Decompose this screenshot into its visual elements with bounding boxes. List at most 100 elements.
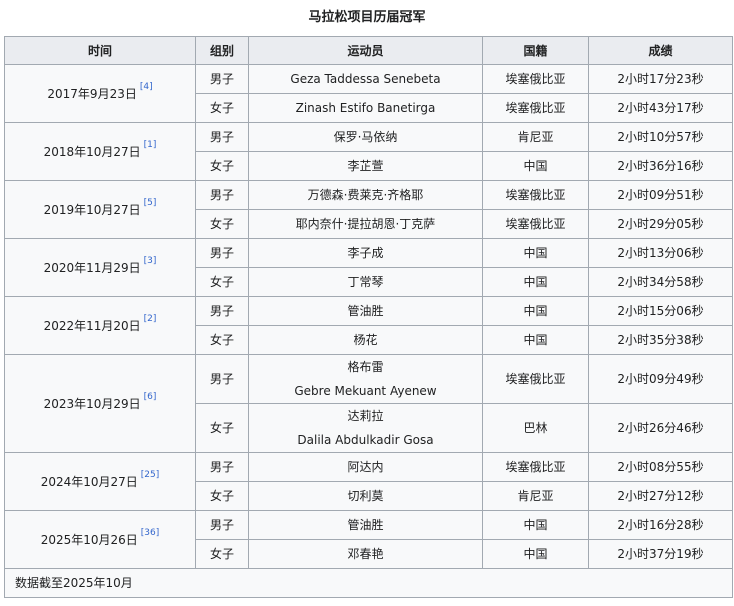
group-cell: 男子 [195, 180, 249, 210]
nation-cell[interactable]: 中国 [482, 267, 589, 297]
athlete-cell: 万德森·费莱克·齐格耶 [248, 180, 483, 210]
group-cell: 女子 [195, 267, 249, 297]
time-cell: 2小时43分17秒 [588, 93, 733, 123]
athlete-name[interactable]: 邓春艳 [347, 547, 383, 561]
reference-link[interactable]: [5] [144, 198, 157, 208]
nation-cell[interactable]: 埃塞俄比亚 [482, 93, 589, 123]
athlete-name[interactable]: Dalila Abdulkadir Gosa [249, 428, 482, 452]
athlete-name[interactable]: 达莉拉 [249, 404, 482, 428]
time-cell: 2小时37分19秒 [588, 539, 733, 569]
header-athlete[interactable]: 运动员 [248, 36, 483, 65]
nation-cell[interactable]: 埃塞俄比亚 [482, 64, 589, 94]
date-text: 2020年11月29日 [43, 260, 141, 275]
group-cell: 女子 [195, 539, 249, 569]
footer-note: 数据截至2025年10月 [4, 568, 733, 598]
group-cell: 男子 [195, 510, 249, 540]
reference-link[interactable]: [36] [141, 528, 159, 538]
header-group[interactable]: 组别 [195, 36, 249, 65]
group-cell: 男子 [195, 296, 249, 326]
reference-link[interactable]: [3] [144, 256, 157, 266]
time-cell: 2小时34分58秒 [588, 267, 733, 297]
reference-link[interactable]: [25] [141, 470, 159, 480]
athlete-cell: 格布雷 Gebre Mekuant Ayenew [248, 354, 483, 404]
reference-link[interactable]: [4] [140, 82, 153, 92]
nation-cell[interactable]: 中国 [482, 539, 589, 569]
group-cell: 女子 [195, 151, 249, 181]
nation-cell[interactable]: 肯尼亚 [482, 481, 589, 511]
time-cell: 2小时09分51秒 [588, 180, 733, 210]
group-cell: 女子 [195, 325, 249, 355]
date-text: 2025年10月26日 [40, 532, 138, 547]
group-cell: 男子 [195, 354, 249, 404]
date-cell: 2018年10月27日 [1] [4, 122, 196, 181]
athlete-name[interactable]: 切利莫 [347, 489, 383, 503]
athlete-cell: 丁常琴 [248, 267, 483, 297]
nation-cell[interactable]: 中国 [482, 238, 589, 268]
group-cell: 女子 [195, 93, 249, 123]
table-row: 2017年9月23日 [4] 男子 Geza Taddessa Senebeta 埃塞俄… [4, 64, 733, 123]
athlete-cell: 保罗·马依纳 [248, 122, 483, 152]
group-cell: 女子 [195, 403, 249, 453]
group-cell: 女子 [195, 209, 249, 239]
athlete-name[interactable]: 保罗·马依纳 [334, 130, 398, 144]
reference-link[interactable]: [6] [144, 392, 157, 402]
athlete-name[interactable]: Zinash Estifo Banetirga [296, 101, 436, 115]
athlete-name[interactable]: 丁常琴 [347, 275, 383, 289]
athlete-name[interactable]: 阿达内 [347, 460, 383, 474]
date-cell: 2022年11月20日 [2] [4, 296, 196, 355]
nation-cell[interactable]: 肯尼亚 [482, 122, 589, 152]
athlete-name[interactable]: 李子成 [347, 246, 383, 260]
athlete-name[interactable]: 杨花 [353, 333, 377, 347]
reference-link[interactable]: [2] [144, 314, 157, 324]
athlete-name[interactable]: 万德森·费莱克·齐格耶 [308, 188, 424, 202]
date-text: 2022年11月20日 [43, 318, 141, 333]
reference-link[interactable]: [1] [144, 140, 157, 150]
time-cell: 2小时15分06秒 [588, 296, 733, 326]
athlete-name[interactable]: Geza Taddessa Senebeta [290, 72, 440, 86]
athlete-name[interactable]: 管油胜 [347, 518, 383, 532]
date-cell: 2017年9月23日 [4] [4, 64, 196, 123]
date-text: 2024年10月27日 [40, 474, 138, 489]
header-time[interactable]: 成绩 [588, 36, 733, 65]
athlete-cell: 管油胜 [248, 510, 483, 540]
time-cell: 2小时35分38秒 [588, 325, 733, 355]
group-cell: 男子 [195, 238, 249, 268]
athlete-cell: 李子成 [248, 238, 483, 268]
table-row: 2018年10月27日 [1] 男子 保罗·马依纳 肯尼亚 2小时10分57秒 [4, 122, 733, 181]
date-cell: 2024年10月27日 [25] [4, 452, 196, 511]
header-nation[interactable]: 国籍 [482, 36, 589, 65]
nation-cell[interactable]: 中国 [482, 325, 589, 355]
athlete-cell: Zinash Estifo Banetirga [248, 93, 483, 123]
athlete-name[interactable]: 李芷萱 [347, 159, 383, 173]
nation-cell[interactable]: 埃塞俄比亚 [482, 354, 589, 404]
nation-cell[interactable]: 埃塞俄比亚 [482, 180, 589, 210]
athlete-cell: 管油胜 [248, 296, 483, 326]
athlete-cell: 达莉拉 Dalila Abdulkadir Gosa [248, 403, 483, 453]
group-cell: 男子 [195, 64, 249, 94]
time-cell: 2小时27分12秒 [588, 481, 733, 511]
nation-cell[interactable]: 中国 [482, 151, 589, 181]
table-body: 2017年9月23日 [4] 男子 Geza Taddessa Senebeta 埃塞俄… [4, 64, 733, 569]
table-row: 2024年10月27日 [25] 男子 阿达内 埃塞俄比亚 2小时08分55秒 [4, 452, 733, 511]
time-cell: 2小时16分28秒 [588, 510, 733, 540]
nation-cell[interactable]: 埃塞俄比亚 [482, 452, 589, 482]
time-cell: 2小时13分06秒 [588, 238, 733, 268]
athlete-name[interactable]: 管油胜 [347, 304, 383, 318]
header-date[interactable]: 时间 [4, 36, 196, 65]
athlete-cell: 李芷萱 [248, 151, 483, 181]
athlete-name[interactable]: 耶内奈什·提拉胡恩·丁克萨 [296, 217, 436, 231]
time-cell: 2小时10分57秒 [588, 122, 733, 152]
athlete-name[interactable]: Gebre Mekuant Ayenew [249, 379, 482, 403]
nation-cell[interactable]: 埃塞俄比亚 [482, 209, 589, 239]
group-cell: 男子 [195, 122, 249, 152]
nation-cell[interactable]: 巴林 [482, 403, 589, 453]
table-row: 2023年10月29日 [6] 男子 格布雷 Gebre Mekuant Ayenew 埃… [4, 354, 733, 453]
nation-cell[interactable]: 中国 [482, 296, 589, 326]
athlete-cell: 杨花 [248, 325, 483, 355]
header-row: 时间 组别 运动员 国籍 成绩 [4, 36, 733, 65]
date-cell: 2019年10月27日 [5] [4, 180, 196, 239]
nation-cell[interactable]: 中国 [482, 510, 589, 540]
time-cell: 2小时29分05秒 [588, 209, 733, 239]
table-row: 2020年11月29日 [3] 男子 李子成 中国 2小时13分06秒 [4, 238, 733, 297]
athlete-name[interactable]: 格布雷 [249, 355, 482, 379]
